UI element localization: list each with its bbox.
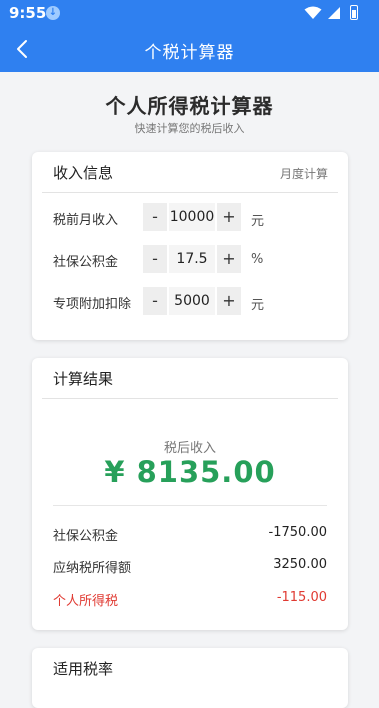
monthly-income-stepper: - 10000 + [143,203,241,231]
unit-label: 元 [251,298,265,313]
special-deduction-input[interactable]: 5000 [169,287,215,315]
income-card-title: 收入信息 [53,164,114,182]
detail-row: 社保公积金 -1750.00 [53,525,327,545]
net-income-label: 税后收入 [163,441,216,456]
monthly-income-input[interactable]: 10000 [169,203,215,231]
tax-rate-card-header: 适用税率 [42,648,338,688]
result-card-title: 计算结果 [53,370,114,388]
divider [53,505,327,506]
wifi-icon [304,6,322,19]
detail-label: 社保公积金 [53,529,119,544]
social-insurance-label: 社保公积金 [53,255,119,270]
income-tax-value: -115.00 [276,590,327,605]
income-tax-row: 个人所得税 -115.00 [53,590,327,610]
income-row: 税前月收入 - 10000 + 元 [32,203,348,231]
result-card-header: 计算结果 [42,358,338,399]
detail-row: 应纳税所得额 3250.00 [53,557,327,577]
increment-button[interactable]: + [217,203,241,231]
unit-label: 元 [251,214,265,229]
income-tax-label: 个人所得税 [53,594,119,609]
status-bar: 9:55 ↓ [0,0,379,27]
income-card: 收入信息 月度计算 税前月收入 - 10000 + 元 社保公积金 - 17.5… [32,152,348,340]
calc-mode-label[interactable]: 月度计算 [280,165,328,182]
download-icon: ↓ [46,6,60,20]
decrement-button[interactable]: - [143,287,167,315]
signal-icon [328,7,340,19]
income-row-label: 税前月收入 [53,213,119,228]
result-card: 计算结果 税后收入 ¥ 8135.00 社保公积金 -1750.00 应纳税所得… [32,358,348,630]
decrement-button[interactable]: - [143,245,167,273]
special-deduction-stepper: - 5000 + [143,287,241,315]
detail-value: 3250.00 [273,557,327,572]
social-insurance-input[interactable]: 17.5 [169,245,215,273]
status-time: 9:55 [9,4,47,22]
detail-label: 应纳税所得额 [53,561,132,576]
battery-icon [350,5,358,20]
decrement-button[interactable]: - [143,203,167,231]
detail-value: -1750.00 [268,525,327,540]
net-income-value: ¥ 8135.00 [104,455,276,489]
social-insurance-stepper: - 17.5 + [143,245,241,273]
increment-button[interactable]: + [217,287,241,315]
tax-rate-card-title: 适用税率 [53,660,114,678]
unit-label: % [251,252,264,267]
social-insurance-row: 社保公积金 - 17.5 + % [32,245,348,273]
app-bar-title: 个税计算器 [144,43,235,63]
page-title: 个人所得税计算器 [105,94,274,118]
page-subtitle: 快速计算您的税后收入 [134,122,245,135]
tax-rate-card: 适用税率 [32,648,348,708]
increment-button[interactable]: + [217,245,241,273]
special-deduction-row: 专项附加扣除 - 5000 + 元 [32,287,348,315]
special-deduction-label: 专项附加扣除 [53,297,132,312]
app-bar: 个税计算器 [0,27,379,72]
income-card-header: 收入信息 月度计算 [42,152,338,193]
